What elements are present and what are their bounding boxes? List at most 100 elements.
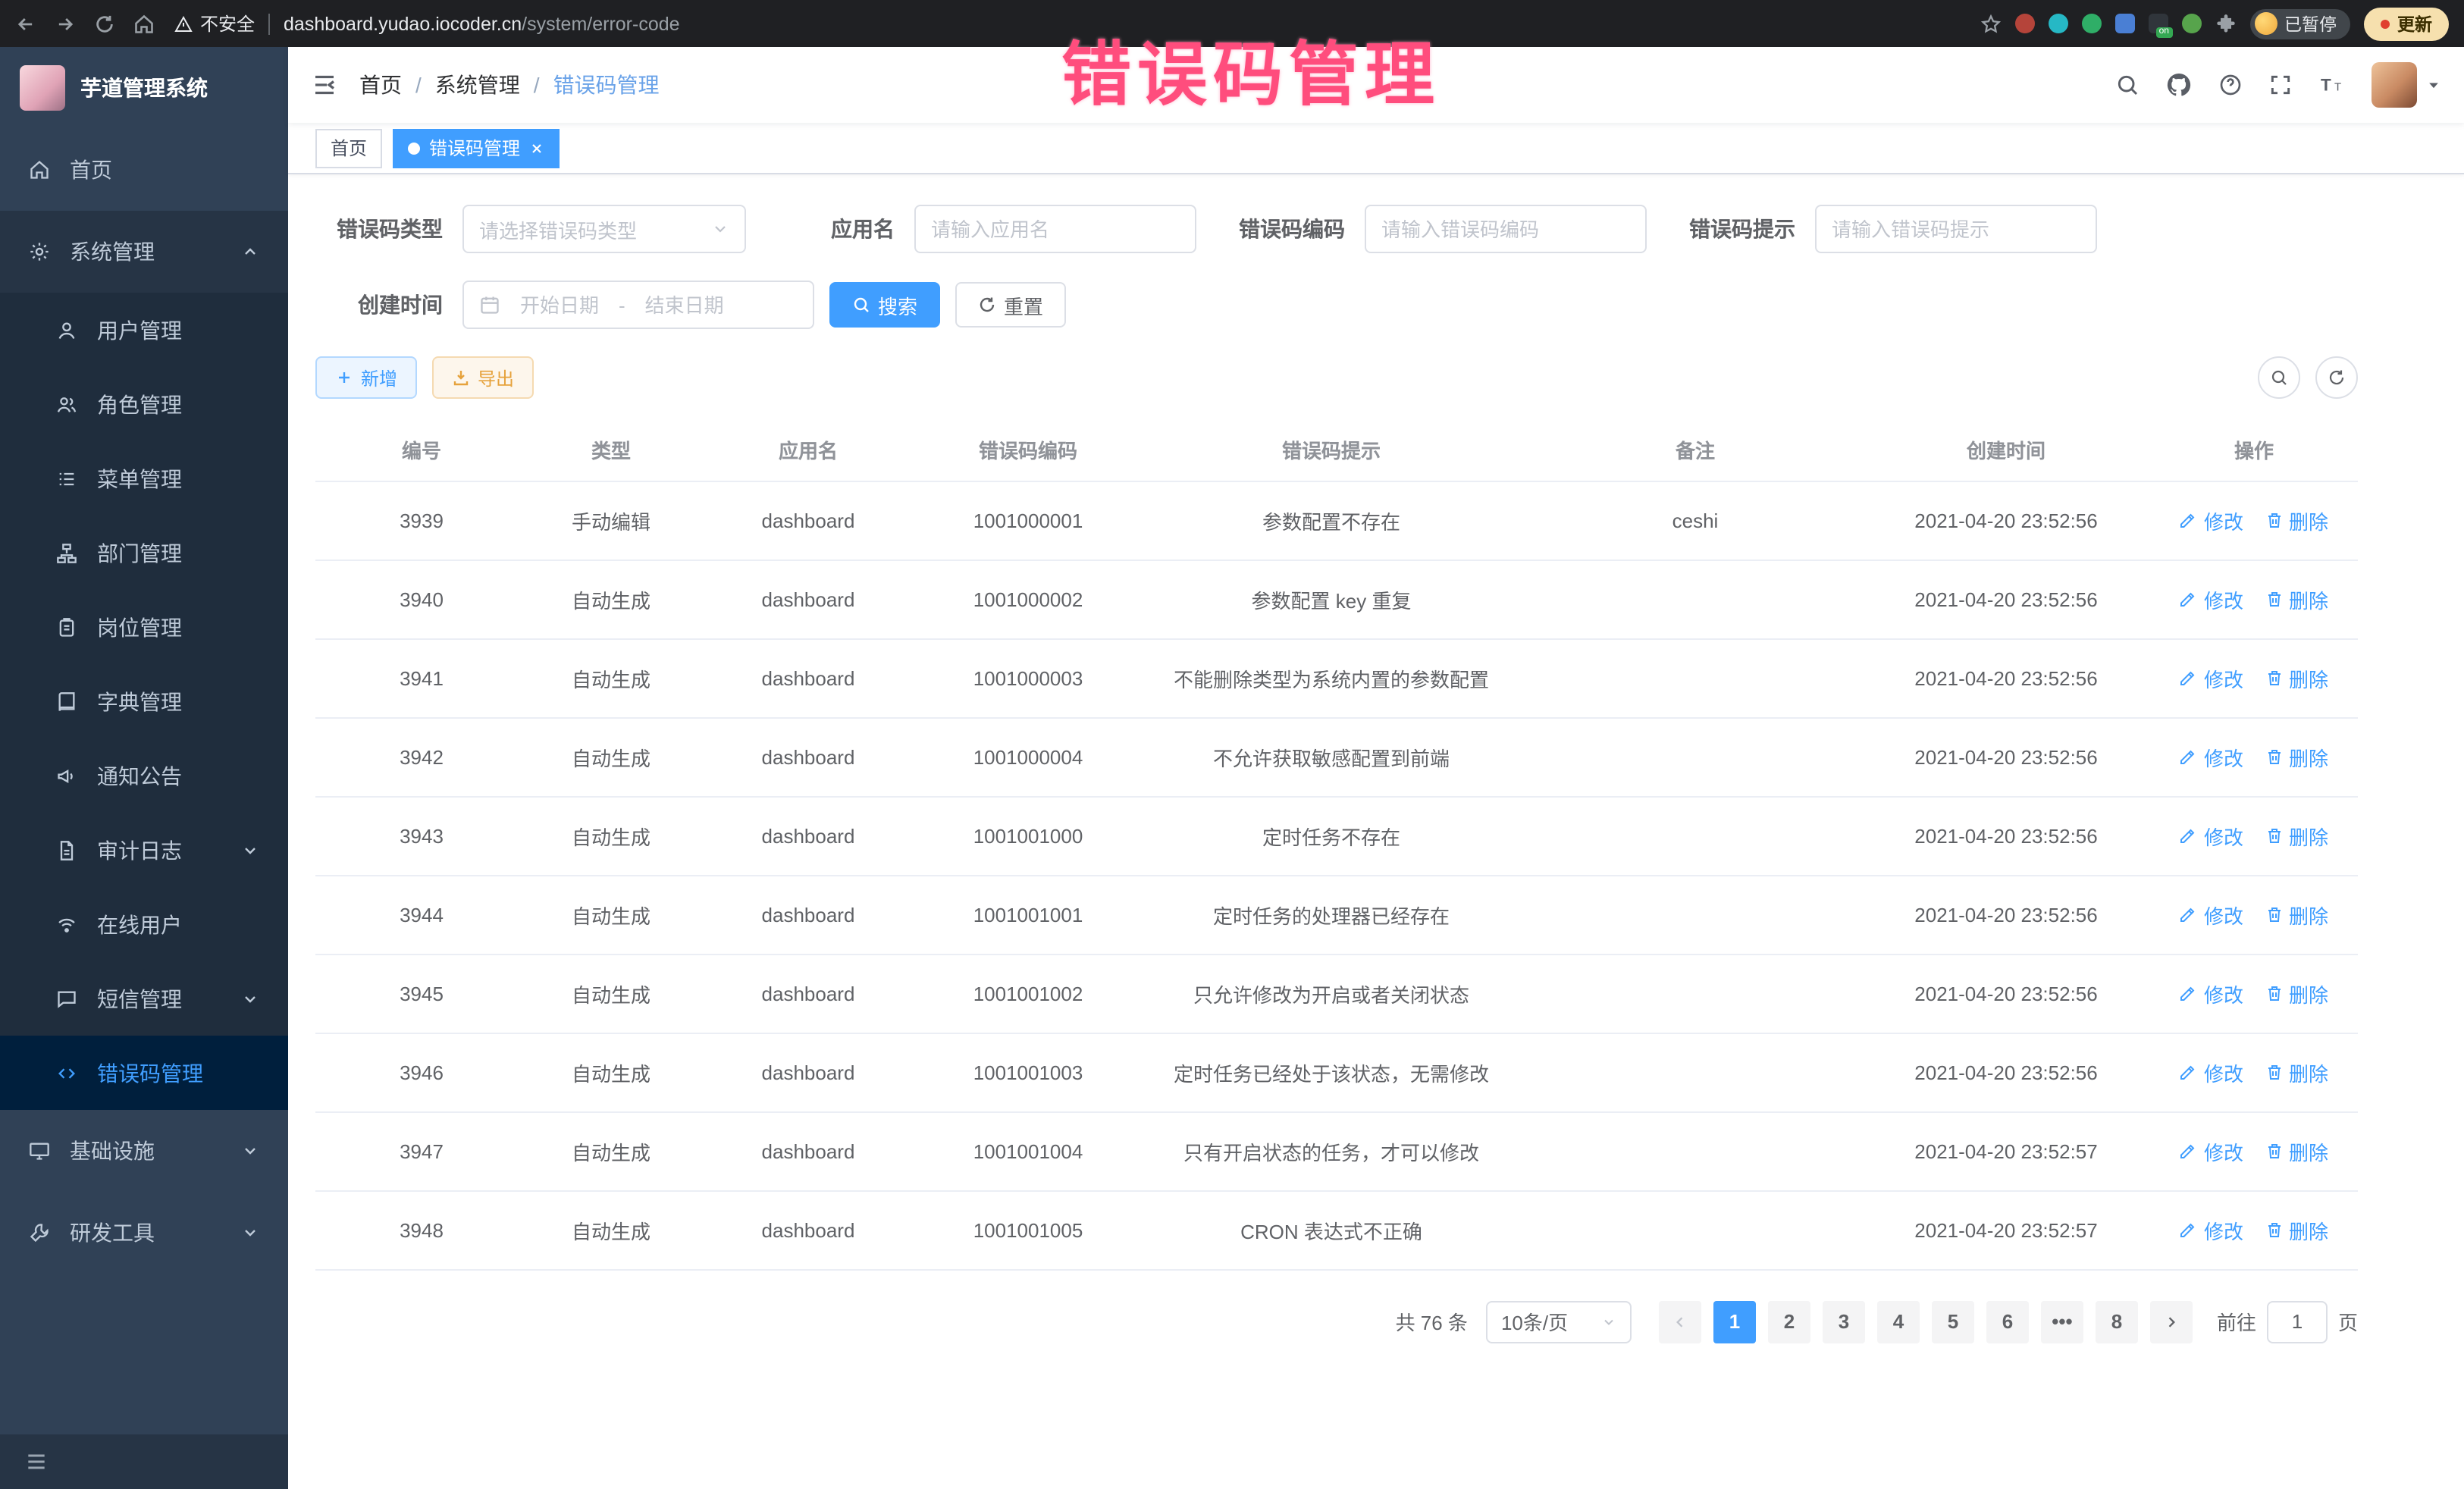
date-range-picker[interactable]: - (462, 281, 814, 329)
font-size-icon[interactable]: TT (2318, 71, 2346, 99)
bookmark-star-icon[interactable] (1980, 13, 2001, 34)
delete-link[interactable]: 删除 (2265, 506, 2328, 534)
delete-link[interactable]: 删除 (2265, 900, 2328, 929)
reload-icon[interactable] (94, 13, 115, 34)
sidebar-item-sms-management[interactable]: 短信管理 (0, 961, 288, 1036)
end-date-input[interactable] (632, 293, 738, 316)
extension-icon-blue[interactable] (2114, 14, 2134, 33)
edit-link[interactable]: 修改 (2180, 979, 2243, 1008)
github-icon[interactable] (2165, 71, 2193, 99)
error-hint-input[interactable] (1832, 218, 2080, 240)
breadcrumb-system[interactable]: 系统管理 (435, 70, 520, 100)
delete-link[interactable]: 删除 (2265, 742, 2328, 771)
delete-link[interactable]: 删除 (2265, 1136, 2328, 1165)
extension-icon-leaf[interactable] (2181, 14, 2201, 33)
navbar-right-icons: TT (2115, 62, 2441, 108)
page-button-8[interactable]: 8 (2096, 1300, 2138, 1343)
profile-paused-chip[interactable]: 已暂停 (2249, 8, 2350, 39)
refresh-table-button[interactable] (2315, 356, 2358, 399)
breadcrumb-home[interactable]: 首页 (359, 70, 402, 100)
delete-link[interactable]: 删除 (2265, 1058, 2328, 1086)
start-date-input[interactable] (506, 293, 613, 316)
page-button-3[interactable]: 3 (1823, 1300, 1865, 1343)
edit-link[interactable]: 修改 (2180, 1215, 2243, 1244)
goto-page-input[interactable] (2267, 1300, 2328, 1343)
edit-link[interactable]: 修改 (2180, 742, 2243, 771)
sidebar-item-home[interactable]: 首页 (0, 129, 288, 211)
extension-icon-green[interactable] (2081, 14, 2101, 33)
sidebar-item-user-management[interactable]: 用户管理 (0, 293, 288, 367)
sidebar-item-menu-management[interactable]: 菜单管理 (0, 441, 288, 516)
delete-link[interactable]: 删除 (2265, 821, 2328, 850)
edit-link[interactable]: 修改 (2180, 663, 2243, 692)
delete-link[interactable]: 删除 (2265, 585, 2328, 613)
home-browser-icon[interactable] (133, 13, 155, 34)
next-page-button[interactable] (2150, 1300, 2193, 1343)
page-button-4[interactable]: 4 (1877, 1300, 1920, 1343)
extension-icon-red[interactable] (2014, 14, 2034, 33)
sidebar-item-notice-announcement[interactable]: 通知公告 (0, 738, 288, 813)
show-search-toggle-button[interactable] (2258, 356, 2300, 399)
help-icon[interactable] (2218, 73, 2243, 97)
tab-error-code-management[interactable]: 错误码管理 (393, 128, 560, 168)
page-button-1[interactable]: 1 (1713, 1300, 1756, 1343)
sidebar-item-post-management[interactable]: 岗位管理 (0, 590, 288, 664)
sidebar-item-system-management[interactable]: 系统管理 (0, 211, 288, 293)
page-button-5[interactable]: 5 (1932, 1300, 1974, 1343)
fold-menu-icon[interactable] (311, 71, 338, 99)
back-icon[interactable] (15, 13, 36, 34)
browser-update-button[interactable]: 更新 (2364, 7, 2449, 40)
app-name-input[interactable] (931, 218, 1180, 240)
button-label: 新增 (361, 365, 397, 390)
sidebar-collapse-button[interactable] (0, 1434, 288, 1489)
sidebar-item-dictionary-management[interactable]: 字典管理 (0, 664, 288, 738)
edit-link[interactable]: 修改 (2180, 821, 2243, 850)
sidebar-item-label: 基础设施 (70, 1136, 155, 1166)
caret-down-icon (2426, 77, 2441, 92)
sidebar-menu: 首页 系统管理 用户管理 角色管理 (0, 129, 288, 1434)
table-row: 3944 自动生成 dashboard 1001001001 定时任务的处理器已… (315, 875, 2358, 954)
page-ellipsis-button[interactable]: ••• (2041, 1300, 2083, 1343)
page-button-2[interactable]: 2 (1768, 1300, 1810, 1343)
sidebar-item-department-management[interactable]: 部门管理 (0, 516, 288, 590)
search-icon[interactable] (2115, 73, 2140, 97)
forward-icon[interactable] (55, 13, 76, 34)
extensions-puzzle-icon[interactable] (2215, 13, 2236, 34)
page-unit-label: 页 (2338, 1307, 2358, 1336)
edit-link[interactable]: 修改 (2180, 585, 2243, 613)
sidebar-item-online-users[interactable]: 在线用户 (0, 887, 288, 961)
sidebar-item-audit-log[interactable]: 审计日志 (0, 813, 288, 887)
delete-link[interactable]: 删除 (2265, 1215, 2328, 1244)
fullscreen-icon[interactable] (2268, 73, 2293, 97)
page-button-6[interactable]: 6 (1986, 1300, 2029, 1343)
user-menu[interactable] (2372, 62, 2441, 108)
edit-link[interactable]: 修改 (2180, 1136, 2243, 1165)
delete-link[interactable]: 删除 (2265, 979, 2328, 1008)
error-code-input[interactable] (1381, 218, 1630, 240)
cell-time: 2021-04-20 23:52:56 (1862, 717, 2150, 796)
search-button[interactable]: 搜索 (829, 282, 940, 328)
extension-icon-teal[interactable] (2048, 14, 2067, 33)
extension-icon-dark-on[interactable]: on (2148, 14, 2168, 33)
security-chip[interactable]: 不安全 (174, 11, 255, 36)
sidebar-item-infrastructure[interactable]: 基础设施 (0, 1110, 288, 1192)
tab-close-button[interactable] (529, 140, 544, 155)
error-code-type-select[interactable]: 请选择错误码类型 (462, 205, 746, 253)
sidebar-item-error-code-management[interactable]: 错误码管理 (0, 1036, 288, 1110)
toolbar-right (2258, 356, 2358, 399)
add-button[interactable]: 新增 (315, 356, 417, 399)
page-size-select[interactable]: 10条/页 (1486, 1300, 1632, 1343)
edit-link[interactable]: 修改 (2180, 1058, 2243, 1086)
reset-button[interactable]: 重置 (955, 282, 1066, 328)
edit-link[interactable]: 修改 (2180, 506, 2243, 534)
main-area: 首页 / 系统管理 / 错误码管理 TT (288, 47, 2464, 1489)
export-button[interactable]: 导出 (432, 356, 534, 399)
edit-link[interactable]: 修改 (2180, 900, 2243, 929)
delete-link[interactable]: 删除 (2265, 663, 2328, 692)
sidebar-item-dev-tools[interactable]: 研发工具 (0, 1192, 288, 1274)
sidebar-item-role-management[interactable]: 角色管理 (0, 367, 288, 441)
tab-home[interactable]: 首页 (315, 128, 382, 168)
prev-page-button[interactable] (1659, 1300, 1701, 1343)
address-bar[interactable]: dashboard.yudao.iocoder.cn/system/error-… (284, 13, 680, 34)
app-logo[interactable]: 芋道管理系统 (0, 47, 288, 129)
